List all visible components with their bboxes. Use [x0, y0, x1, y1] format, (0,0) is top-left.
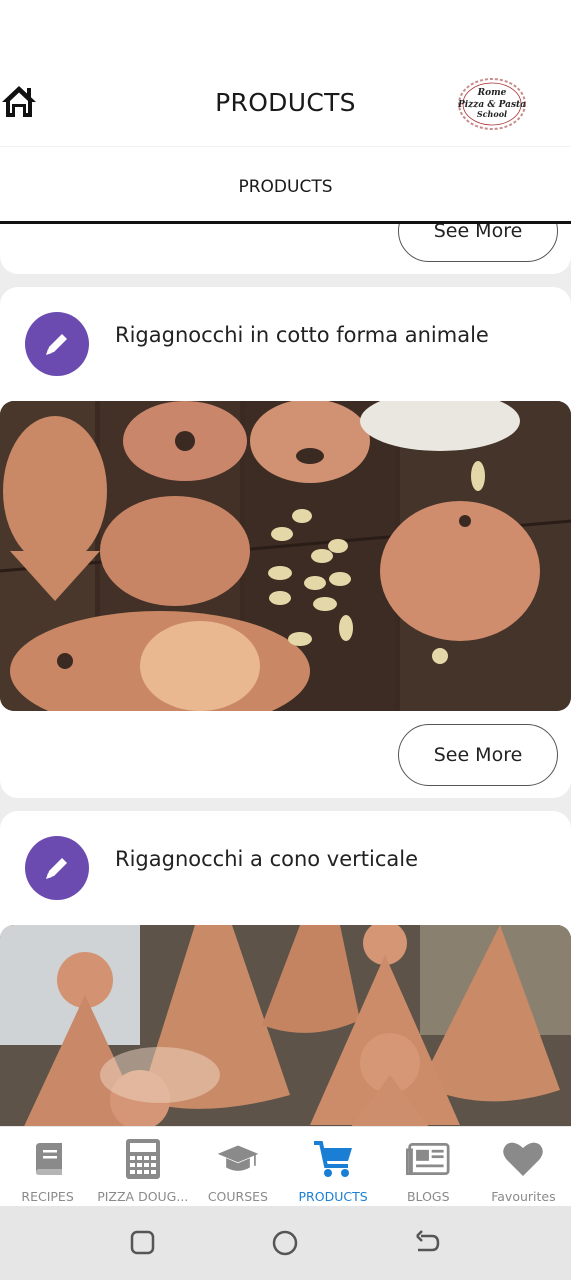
- product-card: See More: [0, 224, 571, 274]
- square-icon: [130, 1230, 155, 1255]
- status-bar: [0, 0, 571, 60]
- product-avatar: [25, 836, 89, 900]
- nav-label: PIZZA DOUG...: [97, 1189, 189, 1204]
- pencil-icon: [46, 858, 67, 879]
- product-avatar: [25, 312, 89, 376]
- nav-label: RECIPES: [21, 1189, 74, 1204]
- nav-item-blogs[interactable]: BLOGS: [381, 1127, 476, 1206]
- nav-item-courses[interactable]: COURSES: [190, 1127, 285, 1206]
- see-more-button[interactable]: See More: [398, 724, 558, 786]
- calculator-icon: [121, 1137, 165, 1181]
- circle-icon: [272, 1230, 298, 1256]
- newspaper-icon: [406, 1137, 450, 1181]
- product-title: Rigagnocchi in cotto forma animale: [115, 323, 489, 347]
- nav-item-recipes[interactable]: RECIPES: [0, 1127, 95, 1206]
- bottom-navigation: RECIPES PIZZA DOUG... COURSES PRODUCTS B…: [0, 1126, 571, 1206]
- nav-label: BLOGS: [406, 1189, 450, 1204]
- see-more-button[interactable]: See More: [398, 224, 558, 262]
- product-image[interactable]: [0, 925, 571, 1126]
- tab-products[interactable]: PRODUCTS: [0, 177, 571, 197]
- heart-icon: [501, 1137, 545, 1181]
- nav-label: PRODUCTS: [298, 1189, 368, 1204]
- graduation-cap-icon: [216, 1137, 260, 1181]
- product-card: Rigagnocchi in cotto forma animale See M…: [0, 287, 571, 798]
- app-header: PRODUCTS Rome Pizza & Pasta School: [0, 60, 571, 146]
- nav-item-favourites[interactable]: Favourites: [476, 1127, 571, 1206]
- product-card: Rigagnocchi a cono verticale: [0, 811, 571, 1126]
- home-system-button[interactable]: [270, 1228, 300, 1258]
- product-list[interactable]: See More Rigagnocchi in cotto forma anim…: [0, 224, 571, 1126]
- tab-bar: PRODUCTS: [0, 146, 571, 224]
- nav-label: COURSES: [207, 1189, 268, 1204]
- cart-icon: [311, 1137, 355, 1181]
- nav-item-products[interactable]: PRODUCTS: [286, 1127, 381, 1206]
- svg-text:Rome: Rome: [477, 88, 507, 98]
- product-image[interactable]: [0, 401, 571, 711]
- book-icon: [26, 1137, 70, 1181]
- nav-label: Favourites: [491, 1189, 556, 1204]
- product-title: Rigagnocchi a cono verticale: [115, 847, 419, 871]
- back-icon: [416, 1230, 440, 1252]
- pencil-icon: [46, 334, 67, 355]
- svg-text:School: School: [477, 109, 507, 119]
- recents-button[interactable]: [128, 1228, 158, 1258]
- nav-item-pizza-dough[interactable]: PIZZA DOUG...: [95, 1127, 190, 1206]
- back-button[interactable]: [412, 1228, 442, 1258]
- system-navigation-bar: [0, 1206, 571, 1280]
- school-logo: Rome Pizza & Pasta School: [456, 76, 528, 132]
